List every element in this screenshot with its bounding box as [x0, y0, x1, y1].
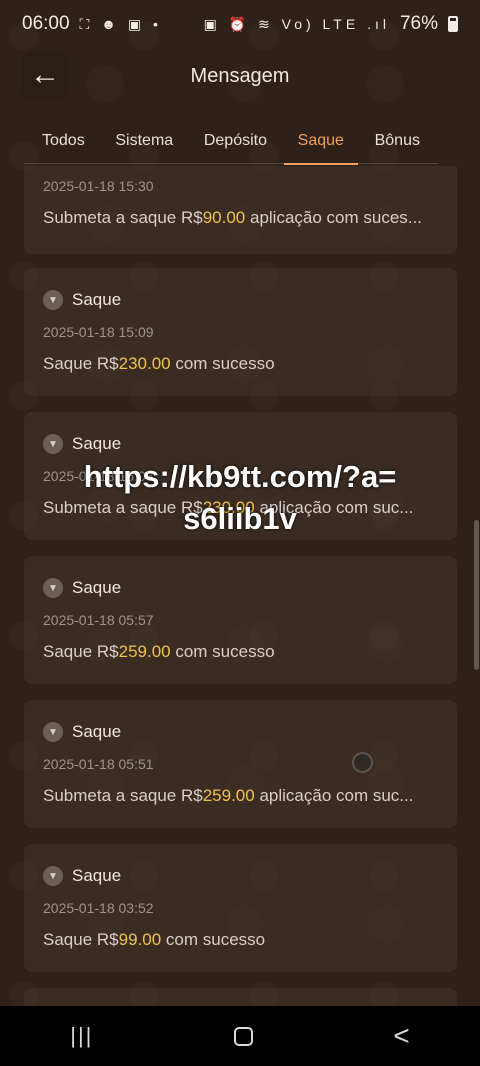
message-date: 2025-01-18 15:09: [43, 324, 154, 340]
back-icon[interactable]: <: [393, 1020, 409, 1052]
message-list[interactable]: 2025-01-18 15:30 Submeta a saque R$90.00…: [24, 166, 457, 1006]
status-time: 06:00: [22, 13, 70, 34]
message-text: Submeta a saque R$90.00 aplicação com su…: [43, 208, 422, 227]
chevron-down-icon[interactable]: ▼: [43, 722, 63, 742]
chevron-down-icon[interactable]: ▼: [43, 290, 63, 310]
watermark-line-1: https://kb9tt.com/?a=: [83, 459, 397, 494]
message-type: Saque: [72, 290, 122, 309]
amount: 230.00: [118, 354, 171, 373]
message-date: 2025-01-18 05:57: [43, 612, 154, 628]
tab-deposito[interactable]: Depósito: [190, 118, 281, 164]
message-date: 2025-01-18 03:52: [43, 900, 154, 916]
message-type: Saque: [72, 434, 122, 453]
touch-indicator: [352, 752, 373, 773]
notification-icons: ⛶ ☻ ▣ •: [79, 15, 162, 32]
message-type: Saque: [72, 722, 122, 741]
message-text: Saque R$99.00 com sucesso: [43, 930, 266, 949]
battery-icon: [448, 16, 458, 32]
back-button[interactable]: ←: [22, 52, 68, 98]
chevron-down-icon[interactable]: ▼: [43, 866, 63, 886]
message-card[interactable]: ▼ Saque 2025-01-18 05:57 Saque R$259.00 c…: [24, 556, 457, 684]
amount: 90.00: [202, 208, 246, 227]
message-tabs: Todos Sistema Depósito Saque Bônus: [24, 118, 438, 165]
tab-bonus[interactable]: Bônus: [361, 118, 434, 164]
watermark-line-2: s6liib1v: [183, 501, 297, 536]
tab-todos[interactable]: Todos: [28, 118, 99, 164]
system-navigation-bar: ||| <: [0, 1006, 480, 1066]
message-text: Saque R$230.00 com sucesso: [43, 354, 275, 373]
status-bar: 06:00 ⛶ ☻ ▣ • ▣ ⏰ ≋ Vo) LTE .ıl 76%: [0, 0, 480, 48]
chevron-down-icon[interactable]: ▼: [43, 578, 63, 598]
recent-apps-icon[interactable]: |||: [70, 1023, 93, 1049]
back-arrow-icon: ←: [30, 58, 60, 91]
tab-sistema[interactable]: Sistema: [101, 118, 187, 164]
scrollbar-thumb[interactable]: [474, 520, 479, 670]
message-card[interactable]: ▼ Saque 2025-01-18 03:52 Saque R$99.00 co…: [24, 844, 457, 972]
message-text: Saque R$259.00 com sucesso: [43, 642, 275, 661]
battery-percent: 76%: [399, 13, 438, 34]
message-card[interactable]: [24, 988, 457, 1006]
message-card[interactable]: ▼ Saque 2025-01-18 15:09 Saque R$230.00 c…: [24, 268, 457, 396]
home-icon[interactable]: [233, 1026, 253, 1046]
amount: 259.00: [202, 786, 255, 805]
tab-saque[interactable]: Saque: [283, 118, 359, 165]
message-type: Saque: [72, 578, 122, 597]
message-text: Submeta a saque R$259.00 aplicação com s…: [43, 786, 414, 805]
message-type: Saque: [72, 866, 122, 885]
message-date: 2025-01-18 05:51: [43, 756, 154, 772]
message-card[interactable]: ▼ Saque 2025-01-18 05:51 Submeta a saque …: [24, 700, 457, 828]
amount: 99.00: [118, 930, 162, 949]
page-title: Mensagem: [190, 64, 290, 87]
amount: 259.00: [118, 642, 171, 661]
message-card[interactable]: 2025-01-18 15:30 Submeta a saque R$90.00…: [24, 166, 457, 254]
app-header: ← Mensagem: [0, 48, 480, 104]
chevron-down-icon[interactable]: ▼: [43, 434, 63, 454]
system-icons: ▣ ⏰ ≋ Vo) LTE .ıl: [203, 15, 390, 32]
watermark-overlay: https://kb9tt.com/?a= s6liib1v: [0, 456, 480, 540]
message-date: 2025-01-18 15:30: [43, 178, 154, 194]
